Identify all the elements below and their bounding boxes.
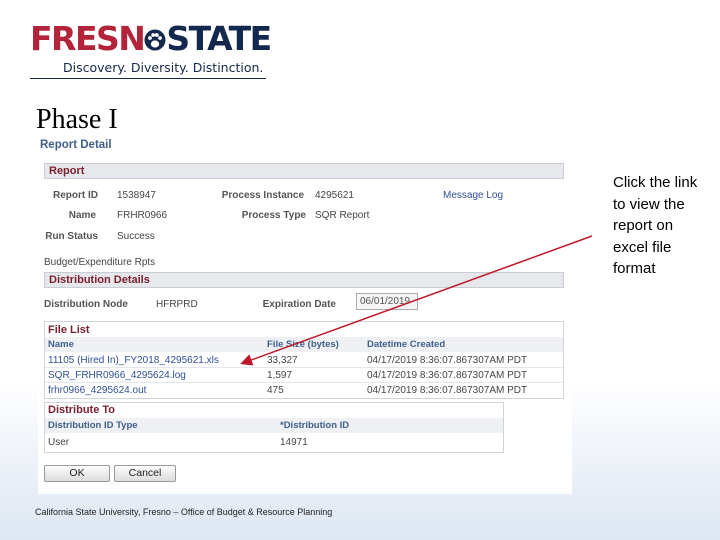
report-section-header: Report [44, 163, 564, 179]
logo-name-left: FRESN [30, 19, 146, 58]
cancel-button[interactable]: Cancel [114, 465, 176, 482]
file-list-header: File List [48, 324, 90, 336]
file-datetime: 04/17/2019 8:36:07.867307AM PDT [367, 355, 528, 366]
distribute-to-grid: Distribute To Distribution ID Type *Dist… [44, 402, 504, 453]
xls-file-link[interactable]: 11105 (Hired In)_FY2018_4295621.xls [48, 353, 219, 368]
run-status-value: Success [117, 231, 155, 242]
process-instance-label: Process Instance [221, 190, 304, 201]
file-datetime: 04/17/2019 8:36:07.867307AM PDT [367, 370, 528, 381]
column-distribution-id-type: Distribution ID Type [48, 420, 138, 431]
logo-divider [30, 78, 266, 79]
distribution-node-value: HFRPRD [156, 299, 198, 310]
file-row: SQR_FRHR0966_4295624.log 1,597 04/17/201… [45, 368, 563, 383]
distribute-to-header: Distribute To [48, 404, 116, 416]
distribution-id-type-value: User [48, 437, 70, 448]
instruction-callout: Click the link to view the report on exc… [613, 174, 698, 278]
slide-footer: California State University, Fresno – Of… [35, 507, 333, 517]
column-file-size: File Size (bytes) [267, 339, 339, 350]
logo-tagline: Discovery. Diversity. Distinction. [63, 60, 264, 75]
name-label: Name [68, 210, 96, 221]
page-title: Report Detail [40, 139, 112, 151]
expiration-date-label: Expiration Date [262, 299, 336, 310]
file-datetime: 04/17/2019 8:36:07.867307AM PDT [367, 385, 528, 396]
file-list-column-headers: Name File Size (bytes) Datetime Created [45, 337, 563, 352]
fresno-state-logo: FRESN STATE Discovery. Diversity. Distinc… [30, 19, 272, 76]
distribution-node-label: Distribution Node [44, 299, 128, 310]
process-instance-value: 4295621 [315, 190, 354, 201]
run-status-label: Run Status [45, 231, 98, 242]
report-id-label: Report ID [53, 190, 98, 201]
name-value: FRHR0966 [117, 210, 168, 221]
file-size: 475 [267, 385, 284, 396]
process-type-value: SQR Report [315, 210, 370, 221]
distribute-to-column-headers: Distribution ID Type *Distribution ID [45, 418, 503, 433]
column-distribution-id: *Distribution ID [280, 420, 350, 431]
file-list-grid: File List Name File Size (bytes) Datetim… [44, 321, 564, 399]
report-detail-screenshot: Report Detail Report Report ID 1538947 P… [38, 138, 572, 494]
column-name: Name [48, 339, 74, 350]
out-file-link[interactable]: frhr0966_4295624.out [48, 383, 146, 398]
file-row: frhr0966_4295624.out 475 04/17/2019 8:36… [45, 383, 563, 398]
report-description: Budget/Expenditure Rpts [44, 257, 156, 268]
paw-icon [144, 25, 166, 51]
message-log-link[interactable]: Message Log [443, 190, 503, 201]
process-type-label: Process Type [241, 210, 306, 221]
logo-wordmark: FRESN STATE [30, 19, 272, 58]
log-file-link[interactable]: SQR_FRHR0966_4295624.log [48, 368, 186, 383]
distribution-id-value: 14971 [280, 437, 308, 448]
file-row: 11105 (Hired In)_FY2018_4295621.xls 33,3… [45, 353, 563, 368]
file-size: 33,327 [267, 355, 298, 366]
file-size: 1,597 [267, 370, 293, 381]
expiration-date-field[interactable]: 06/01/2019 [356, 293, 418, 310]
report-id-value: 1538947 [117, 190, 156, 201]
logo-name-right: STATE [166, 19, 272, 58]
distribute-to-row: User 14971 [45, 435, 503, 450]
slide-title: Phase I [36, 104, 118, 135]
distribution-details-header: Distribution Details [44, 272, 564, 288]
ok-button[interactable]: OK [44, 465, 110, 482]
column-datetime: Datetime Created [367, 339, 446, 350]
